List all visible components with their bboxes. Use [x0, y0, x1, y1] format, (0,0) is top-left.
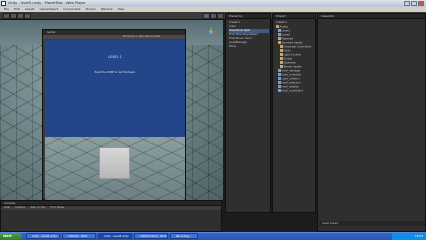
hierarchy-item-floor[interactable]: Floor Bounding Object [229, 33, 258, 37]
console-toolbar: Clear Collapse Clear on Play Error Pause [1, 206, 221, 210]
step-icon[interactable] [217, 13, 224, 19]
game-view-sky: LEVEL 1 Push the CUBE to red thinhead. [45, 40, 185, 137]
scene-file-icon [278, 33, 281, 36]
project-item[interactable]: Fonts [280, 49, 291, 53]
clock: 10:53 [414, 234, 423, 238]
start-button[interactable]: start [0, 233, 22, 240]
project-item[interactable]: level_rotation [278, 85, 299, 89]
project-item[interactable]: Assets [276, 25, 288, 29]
menu-file[interactable]: File [4, 7, 9, 11]
project-item[interactable]: level_controller [278, 73, 301, 77]
folder-icon [278, 37, 281, 40]
unity-app-icon [1, 1, 6, 6]
project-item[interactable]: Standard Assets [278, 41, 303, 45]
project-item[interactable]: Scripts [280, 57, 292, 61]
menu-window[interactable]: Window [101, 7, 113, 11]
console-panel: Console Clear Collapse Clear on Play Err… [0, 200, 222, 232]
project-create[interactable]: Create ▾ [276, 21, 287, 25]
level-label: LEVEL 1 [108, 55, 122, 59]
minimize-icon[interactable] [404, 1, 410, 6]
taskbar-item[interactable]: Unity - level5.unity... [26, 233, 60, 239]
script-file-icon [278, 89, 281, 92]
menu-component[interactable]: Component [63, 7, 80, 11]
inspector-panel: Inspector Asset Labels [317, 13, 426, 232]
hand-tool-icon[interactable] [3, 13, 10, 19]
folder-icon [280, 53, 283, 56]
scene-gizmo-icon[interactable] [206, 27, 216, 37]
taskbar-item[interactable]: Recording... [170, 233, 198, 239]
move-tool-icon[interactable] [10, 13, 17, 19]
system-tray: 10:53 [392, 233, 426, 240]
hierarchy-item-levelmanager[interactable]: LevelManager [229, 41, 247, 45]
project-tab[interactable]: Project [273, 14, 315, 19]
project-item[interactable]: Level1 [278, 29, 290, 33]
script-file-icon [278, 85, 281, 88]
scale-tool-icon[interactable] [24, 13, 31, 19]
folder-icon [278, 41, 281, 44]
console-clear-button[interactable]: Clear [4, 206, 10, 209]
project-item[interactable]: Skyboxes [280, 61, 296, 65]
menu-terrain[interactable]: Terrain [86, 7, 96, 11]
project-item[interactable]: level_manager [278, 69, 301, 73]
window-title-bar: Unity - level5.unity - PlanetTest - Web … [0, 0, 426, 7]
hierarchy-item-plane[interactable]: Plane [229, 45, 236, 49]
game-view-floor [45, 137, 185, 200]
folder-icon [280, 57, 283, 60]
play-icon[interactable] [203, 13, 210, 19]
game-view-window[interactable]: Game Maximize on Play Gizmos Stats LEVEL… [42, 29, 186, 200]
window-title: Unity - level5.unity - PlanetTest - Web … [8, 1, 86, 5]
console-clear-on-play-button[interactable]: Clear on Play [30, 206, 46, 209]
script-file-icon [278, 81, 281, 84]
close-icon[interactable] [418, 1, 424, 6]
project-item[interactable]: level_controller2 [278, 89, 303, 93]
menu-assets[interactable]: Assets [25, 7, 35, 11]
folder-icon [280, 61, 283, 64]
project-item[interactable]: Terrain Assets [280, 65, 302, 69]
maximize-icon[interactable] [411, 1, 417, 6]
project-item[interactable]: Light Cookies [280, 53, 301, 57]
project-panel: Project Create ▾ Assets Level1 Level2 Ma… [272, 13, 316, 213]
folder-icon [276, 25, 279, 28]
menu-help[interactable]: Help [118, 7, 125, 11]
scene-file-icon [278, 29, 281, 32]
folder-icon [280, 45, 283, 48]
hierarchy-create[interactable]: Create ▾ [229, 21, 240, 25]
hierarchy-item-light[interactable]: Directional light [229, 29, 269, 33]
inspector-tab[interactable]: Inspector [318, 14, 425, 19]
pause-icon[interactable] [210, 13, 217, 19]
hierarchy-tab[interactable]: Hierarchy [226, 14, 270, 19]
folder-icon [280, 49, 283, 52]
rotate-tool-icon[interactable] [17, 13, 24, 19]
project-item[interactable]: Materials [278, 37, 293, 41]
cube-object [99, 147, 130, 179]
script-file-icon [278, 69, 281, 72]
hierarchy-item-fps[interactable]: First Person Cont... [229, 37, 253, 41]
instruction-text: Push the CUBE to red thinhead. [94, 71, 136, 74]
project-item[interactable]: cube_collision [278, 77, 300, 81]
console-error-pause-button[interactable]: Error Pause [50, 206, 64, 209]
game-view-toolbar[interactable]: Maximize on Play Gizmos Stats [43, 35, 185, 39]
project-item[interactable]: Character Controllers [280, 45, 311, 49]
asset-labels-bar: Asset Labels [319, 221, 425, 226]
script-file-icon [278, 73, 281, 76]
hierarchy-item-cube[interactable]: Cube [229, 25, 236, 29]
taskbar-item[interactable]: Untitled Paint - Paint [134, 233, 168, 239]
project-item[interactable]: level_selection [278, 81, 301, 85]
taskbar-item[interactable]: Untitled - Paint [62, 233, 96, 239]
folder-icon [280, 65, 283, 68]
project-item[interactable]: Level2 [278, 33, 290, 37]
menu-edit[interactable]: Edit [14, 7, 20, 11]
console-collapse-button[interactable]: Collapse [15, 206, 25, 209]
hierarchy-panel: Hierarchy Create ▾ Cube Directional ligh… [225, 13, 271, 213]
menu-gameobject[interactable]: GameObject [40, 7, 59, 11]
taskbar-item[interactable]: Unity - level5.unity [98, 233, 132, 239]
script-file-icon [278, 77, 281, 80]
